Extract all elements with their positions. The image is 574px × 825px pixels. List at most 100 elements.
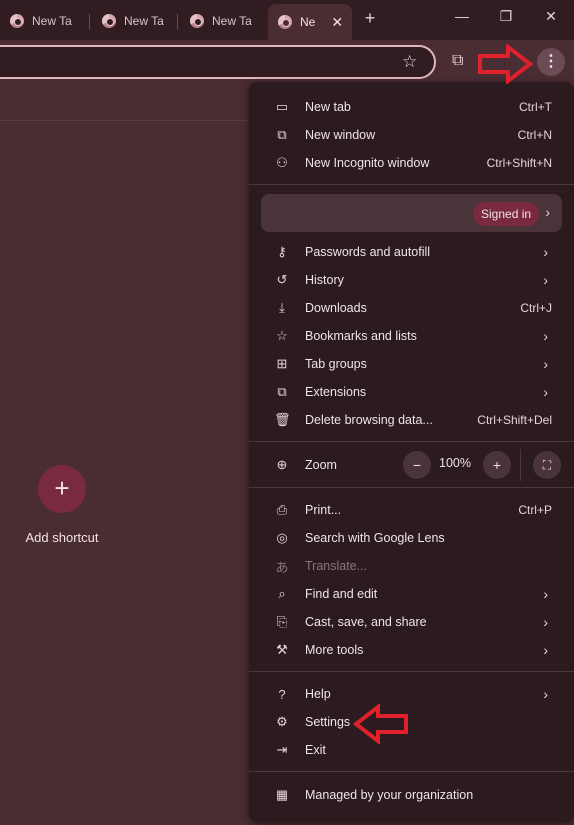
menu-item-label: Help [305, 687, 331, 701]
zoom-divider [520, 449, 521, 481]
menu-item-label: New tab [305, 100, 351, 114]
lens-icon: ◎ [276, 530, 288, 545]
chrome-logo-icon [102, 14, 116, 28]
menu-item-shortcut: Ctrl+T [519, 100, 552, 114]
chevron-right-icon: › [543, 614, 548, 630]
chevron-right-icon: › [543, 244, 548, 260]
zoom-in-button[interactable]: + [483, 451, 511, 479]
menu-item-label: Translate... [305, 559, 368, 573]
menu-item-label: Exit [305, 743, 326, 757]
close-tab-icon[interactable]: ✕ [331, 14, 343, 31]
menu-item-bookmarks[interactable]: ☆ Bookmarks and lists › [249, 322, 574, 350]
menu-item-google-lens[interactable]: ◎ Search with Google Lens [249, 524, 574, 552]
menu-item-label: History [305, 273, 344, 287]
menu-item-shortcut: Ctrl+P [518, 503, 552, 517]
omnibox[interactable] [0, 45, 436, 79]
chevron-right-icon: › [543, 328, 548, 344]
close-window-button[interactable]: ✕ [536, 8, 566, 32]
menu-divider [249, 487, 574, 488]
menu-item-delete-data[interactable]: 🗑 Delete browsing data... Ctrl+Shift+Del [249, 406, 574, 434]
toolbar-divider [0, 120, 250, 121]
menu-item-new-window[interactable]: ⧉ New window Ctrl+N [249, 121, 574, 149]
menu-item-label: Find and edit [305, 587, 378, 601]
menu-item-cast-save-share[interactable]: ⎘ Cast, save, and share › [249, 608, 574, 636]
menu-divider [249, 184, 574, 185]
cast-icon: ⎘ [276, 614, 288, 629]
tab-title: New Ta [32, 14, 72, 28]
tab-3[interactable]: New Ta [174, 6, 266, 36]
annotation-arrow-right [478, 44, 534, 84]
gear-icon: ⚙ [276, 714, 288, 729]
translate-icon: あ [275, 559, 289, 575]
menu-item-label: Passwords and autofill [305, 245, 431, 259]
chevron-right-icon: › [543, 586, 548, 602]
menu-item-history[interactable]: ↺ History › [249, 266, 574, 294]
zoom-out-button[interactable]: − [403, 451, 431, 479]
menu-item-label: Tab groups [305, 357, 367, 371]
fullscreen-button[interactable]: ⛶ [533, 451, 561, 479]
tab-groups-icon: ⊞ [276, 356, 288, 371]
key-icon: ⚷ [277, 244, 287, 259]
app-menu: ▭ New tab Ctrl+T ⧉ New window Ctrl+N ⚇ N… [249, 82, 574, 822]
bookmark-star-icon[interactable]: ☆ [402, 52, 417, 72]
tab-2[interactable]: New Ta [86, 6, 178, 36]
menu-item-label: New Incognito window [305, 156, 430, 170]
zoom-level: 100% [439, 456, 471, 470]
menu-item-managed[interactable]: ▦ Managed by your organization [249, 781, 574, 809]
tab-1[interactable]: New Ta [0, 6, 90, 36]
menu-item-label: Downloads [305, 301, 367, 315]
menu-item-label: Settings [305, 715, 351, 729]
menu-item-help[interactable]: ? Help › [249, 680, 574, 708]
menu-item-shortcut: Ctrl+Shift+N [486, 156, 552, 170]
history-icon: ↺ [276, 272, 288, 287]
extensions-icon[interactable]: ⧉ [452, 52, 463, 70]
download-icon: ⤓ [279, 300, 285, 315]
toolbox-icon: ⚒ [276, 642, 288, 657]
menu-item-label: Zoom [305, 458, 337, 472]
signed-in-badge: Signed in [473, 202, 540, 226]
extensions-icon: ⧉ [277, 384, 287, 399]
menu-item-label: New window [305, 128, 376, 142]
menu-item-print[interactable]: ⎙ Print... Ctrl+P [249, 496, 574, 524]
menu-item-translate: あ Translate... [249, 552, 574, 580]
tab-active[interactable]: Ne ✕ [268, 4, 352, 40]
chrome-logo-icon [190, 14, 204, 28]
menu-item-label: Bookmarks and lists [305, 329, 417, 343]
new-tab-button[interactable]: + [360, 8, 380, 32]
building-icon: ▦ [275, 787, 289, 802]
menu-item-find-edit[interactable]: ⌕ Find and edit › [249, 580, 574, 608]
menu-item-new-tab[interactable]: ▭ New tab Ctrl+T [249, 93, 574, 121]
incognito-icon: ⚇ [276, 155, 288, 170]
menu-item-label: More tools [305, 643, 364, 657]
chevron-right-icon: › [543, 642, 548, 658]
menu-item-settings[interactable]: ⚙ Settings [249, 708, 574, 736]
find-icon: ⌕ [278, 586, 286, 601]
add-shortcut-button[interactable]: + [38, 465, 86, 513]
menu-item-more-tools[interactable]: ⚒ More tools › [249, 636, 574, 664]
menu-item-label: Managed by your organization [305, 788, 474, 802]
menu-item-extensions[interactable]: ⧉ Extensions › [249, 378, 574, 406]
print-icon: ⎙ [276, 502, 288, 517]
add-shortcut-label: Add shortcut [25, 530, 99, 545]
bookmark-star-icon: ☆ [276, 328, 288, 343]
menu-item-label: Cast, save, and share [305, 615, 427, 629]
new-window-icon: ⧉ [277, 127, 287, 142]
annotation-arrow-left [352, 704, 408, 744]
menu-item-shortcut: Ctrl+J [520, 301, 552, 315]
minimize-button[interactable]: — [447, 8, 477, 32]
tab-strip: New Ta New Ta New Ta Ne ✕ + — ❐ ✕ [0, 0, 574, 40]
menu-item-tab-groups[interactable]: ⊞ Tab groups › [249, 350, 574, 378]
menu-item-label: Extensions [305, 385, 367, 399]
menu-button[interactable]: ⋮ [537, 48, 565, 76]
menu-divider [249, 771, 574, 772]
restore-button[interactable]: ❐ [491, 8, 521, 32]
menu-item-passwords[interactable]: ⚷ Passwords and autofill › [249, 238, 574, 266]
menu-item-exit[interactable]: ⇥ Exit [249, 736, 574, 764]
chevron-right-icon: › [543, 272, 548, 288]
menu-item-downloads[interactable]: ⤓ Downloads Ctrl+J [249, 294, 574, 322]
menu-item-incognito[interactable]: ⚇ New Incognito window Ctrl+Shift+N [249, 149, 574, 177]
chrome-logo-icon [278, 15, 292, 29]
menu-item-shortcut: Ctrl+N [517, 128, 552, 142]
profile-row[interactable]: Signed in › [261, 194, 562, 232]
menu-divider [249, 671, 574, 672]
